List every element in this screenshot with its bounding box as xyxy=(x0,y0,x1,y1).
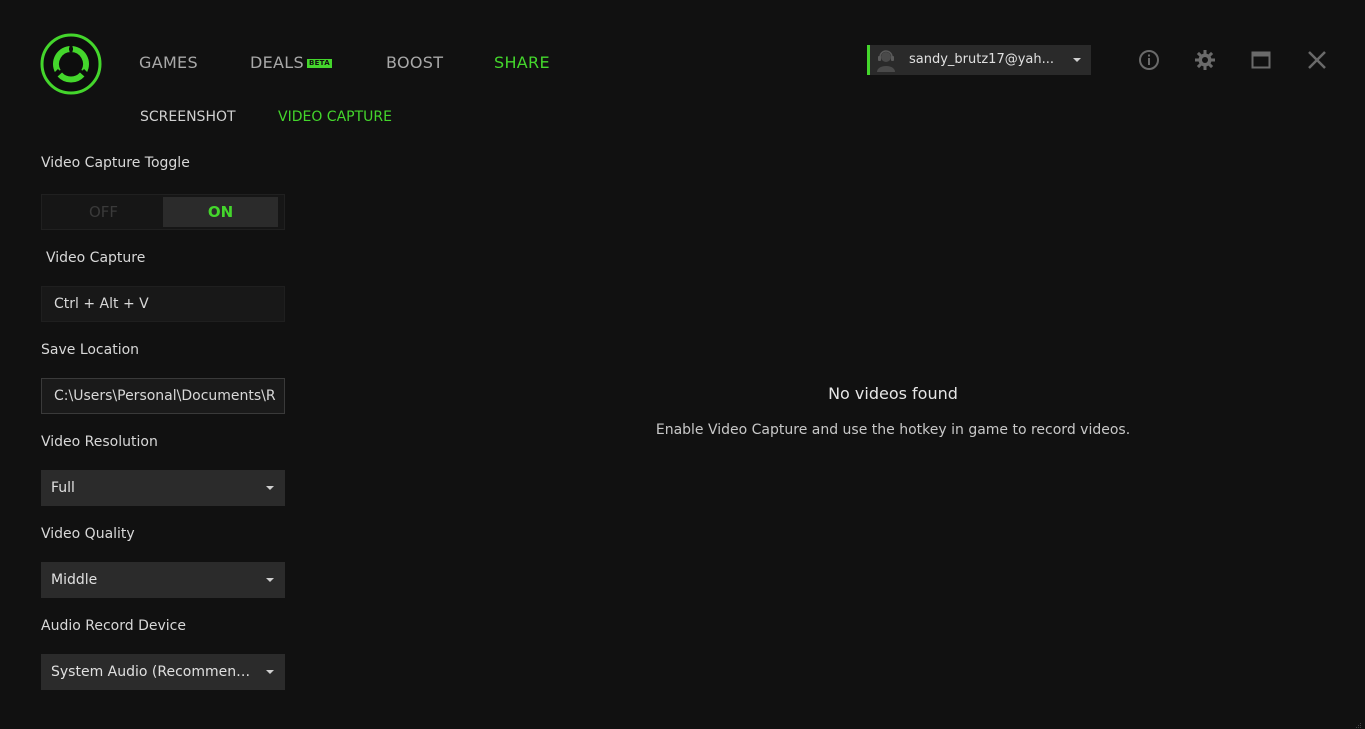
video-capture-toggle[interactable]: OFF ON xyxy=(41,194,285,230)
chevron-down-icon xyxy=(1073,58,1081,62)
account-email: sandy_brutz17@yah... xyxy=(909,52,1055,67)
nav-games[interactable]: GAMES xyxy=(139,53,198,72)
chevron-down-icon xyxy=(266,486,274,490)
tab-video-capture[interactable]: VIDEO CAPTURE xyxy=(278,109,392,125)
app-window: GAMES DEALS BETA BOOST SHARE SCREENSHOT V… xyxy=(0,0,1365,729)
info-icon[interactable] xyxy=(1137,48,1161,72)
resize-grip-icon[interactable] xyxy=(1352,716,1362,728)
avatar-icon xyxy=(874,48,898,72)
logo-icon[interactable] xyxy=(40,33,102,95)
maximize-icon[interactable] xyxy=(1249,48,1273,72)
quality-value: Middle xyxy=(51,572,98,588)
tab-screenshot[interactable]: SCREENSHOT xyxy=(140,109,236,125)
nav-deals-label: DEALS xyxy=(250,53,304,72)
resolution-select[interactable]: Full xyxy=(41,470,285,506)
nav-share-label: SHARE xyxy=(494,53,550,72)
gear-icon[interactable] xyxy=(1193,48,1217,72)
beta-badge: BETA xyxy=(306,59,332,68)
audio-device-select[interactable]: System Audio (Recommended) xyxy=(41,654,285,690)
nav-games-label: GAMES xyxy=(139,53,198,72)
account-dropdown[interactable]: sandy_brutz17@yah... xyxy=(867,45,1091,75)
empty-message: Enable Video Capture and use the hotkey … xyxy=(655,422,1131,438)
nav-boost-label: BOOST xyxy=(386,53,444,72)
audio-device-value: System Audio (Recommended) xyxy=(51,664,257,680)
chevron-down-icon xyxy=(266,670,274,674)
toggle-on-option[interactable]: ON xyxy=(163,197,278,227)
chevron-down-icon xyxy=(266,578,274,582)
hotkey-label: Video Capture xyxy=(46,250,146,266)
audio-device-label: Audio Record Device xyxy=(41,618,186,634)
nav-share[interactable]: SHARE xyxy=(494,53,550,72)
save-location-label: Save Location xyxy=(41,342,140,358)
empty-state: No videos found Enable Video Capture and… xyxy=(600,384,1186,438)
close-icon[interactable] xyxy=(1305,48,1329,72)
quality-label: Video Quality xyxy=(41,526,135,542)
resolution-label: Video Resolution xyxy=(41,434,158,450)
nav-boost[interactable]: BOOST xyxy=(386,53,443,72)
hotkey-field[interactable]: Ctrl + Alt + V xyxy=(41,286,285,322)
nav-deals[interactable]: DEALS BETA xyxy=(250,53,332,72)
toggle-off-option[interactable]: OFF xyxy=(44,197,163,227)
quality-select[interactable]: Middle xyxy=(41,562,285,598)
save-location-field[interactable]: C:\Users\Personal\Documents\R xyxy=(41,378,285,414)
resolution-value: Full xyxy=(51,480,75,496)
empty-title: No videos found xyxy=(828,384,958,403)
toggle-label: Video Capture Toggle xyxy=(41,155,190,171)
